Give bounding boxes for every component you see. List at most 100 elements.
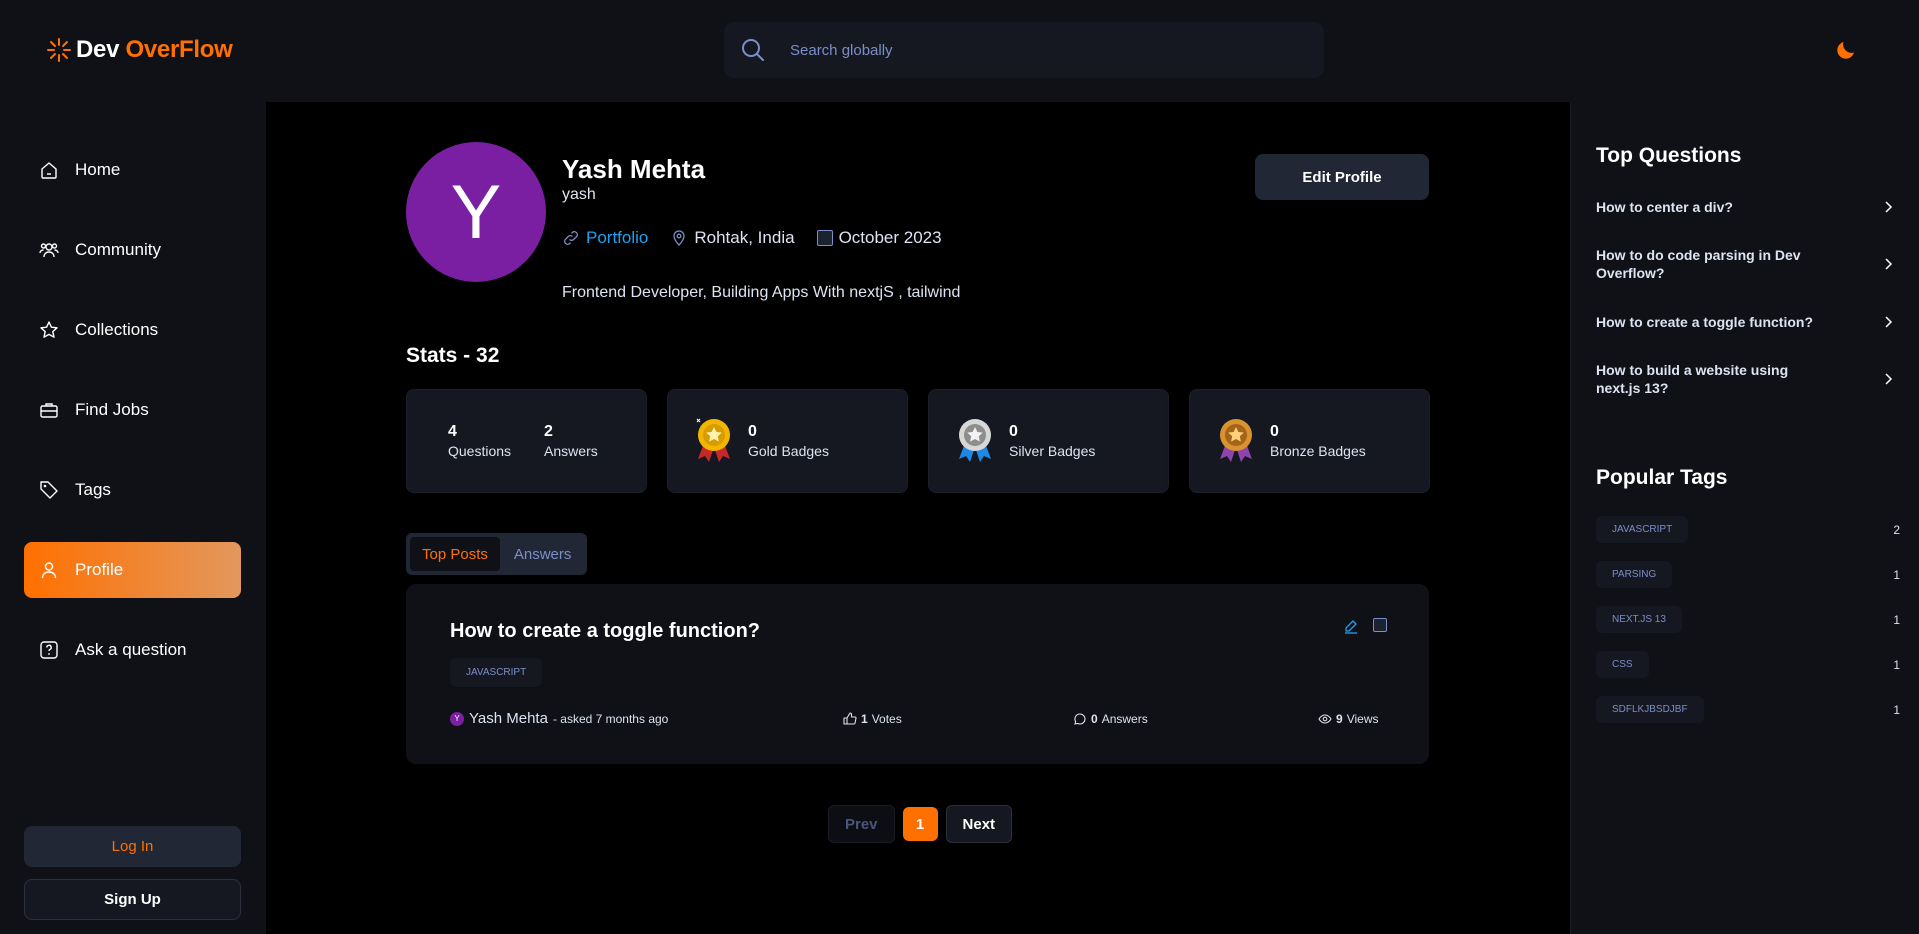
star-icon (40, 321, 58, 338)
tag-count: 1 (1893, 612, 1900, 627)
joined-item: October 2023 (816, 228, 942, 248)
portfolio-item[interactable]: Portfolio (562, 228, 648, 248)
eye-icon (1318, 713, 1332, 724)
profile-avatar: Y (406, 142, 546, 282)
asked-time: - asked 7 months ago (552, 711, 669, 726)
answers-metric: 0 Answers (1073, 712, 1318, 726)
top-question-text: How to center a div? (1596, 199, 1733, 215)
tag-count: 1 (1893, 567, 1900, 582)
search-input[interactable] (790, 41, 1290, 59)
top-question-item[interactable]: How to create a toggle function? (1596, 313, 1896, 331)
profile-name: Yash Mehta (562, 154, 706, 184)
location-item: Rohtak, India (670, 228, 795, 248)
top-question-item[interactable]: How to do code parsing in Dev Overflow? (1596, 246, 1896, 282)
votes-count: 1 (861, 711, 868, 726)
top-question-text: How to build a website using next.js 13? (1596, 362, 1789, 396)
sidebar-item-find-jobs[interactable]: Find Jobs (24, 382, 241, 438)
author-name: Yash Mehta (469, 710, 548, 727)
sidebar-item-home[interactable]: Home (24, 142, 241, 198)
bronze-medal-icon (1220, 419, 1252, 462)
sidebar-item-label: Collections (75, 320, 159, 339)
stat-card-bronze: 0 Bronze Badges (1189, 389, 1430, 493)
top-navbar: Dev OverFlow (0, 0, 1919, 102)
stat-card-qa: 4 Questions 2 Answers (406, 389, 647, 493)
tag-icon (40, 481, 58, 499)
top-questions-title: Top Questions (1596, 144, 1742, 167)
tab-answers[interactable]: Answers (502, 537, 584, 571)
popular-tag-row[interactable]: NEXT.JS 13 1 (1596, 606, 1900, 633)
popular-tag-row[interactable]: SDFLKJBSDJBF 1 (1596, 696, 1900, 723)
right-sidebar: Top Questions How to center a div? How t… (1570, 102, 1919, 934)
profile-username: yash (562, 186, 596, 203)
question-meta: Y Yash Mehta - asked 7 months ago 1 Vote… (450, 710, 1386, 727)
chevron-right-icon (1885, 258, 1893, 270)
logo-dev: Dev (76, 36, 120, 63)
profile-bio: Frontend Developer, Building Apps With n… (562, 284, 961, 301)
popular-tag[interactable]: JAVASCRIPT (1596, 516, 1689, 543)
stat-card-silver: 0 Silver Badges (928, 389, 1169, 493)
questions-count: 4 (448, 423, 457, 440)
sidebar-item-collections[interactable]: Collections (24, 302, 241, 358)
current-page[interactable]: 1 (902, 807, 938, 841)
popular-tag[interactable]: NEXT.JS 13 (1596, 606, 1682, 633)
popular-tags-title: Popular Tags (1596, 466, 1728, 489)
top-question-item[interactable]: How to center a div? (1596, 198, 1896, 216)
logo-sunburst-icon (47, 38, 71, 62)
popular-tag[interactable]: CSS (1596, 651, 1649, 678)
home-icon (41, 162, 57, 179)
left-sidebar: Home Community Collections Find Jobs Tag… (0, 102, 266, 934)
answers-count-post: 0 (1091, 711, 1098, 726)
popular-tag-row[interactable]: JAVASCRIPT 2 (1596, 516, 1900, 543)
sidebar-item-community[interactable]: Community (24, 222, 241, 278)
login-button[interactable]: Log In (24, 826, 241, 867)
question-card[interactable]: How to create a toggle function? JAVASCR… (406, 584, 1429, 764)
silver-badges-count: 0 (1009, 423, 1018, 440)
portfolio-link[interactable]: Portfolio (586, 228, 648, 248)
question-title[interactable]: How to create a toggle function? (450, 620, 760, 643)
sidebar-item-ask-question[interactable]: Ask a question (24, 622, 241, 678)
prev-page-button[interactable]: Prev (828, 805, 895, 843)
question-tag[interactable]: JAVASCRIPT (450, 658, 543, 687)
sidebar-item-label: Profile (75, 560, 124, 579)
location-pin-icon (673, 230, 686, 246)
link-icon (564, 231, 578, 245)
views-count: 9 (1336, 711, 1343, 726)
sidebar-item-profile[interactable]: Profile (24, 542, 241, 598)
delete-icon[interactable] (1373, 618, 1387, 632)
profile-meta: Portfolio Rohtak, India October 2023 (562, 228, 942, 248)
global-search[interactable] (724, 22, 1324, 78)
bronze-badges-stat: 0 Bronze Badges (1270, 423, 1366, 459)
popular-tag-row[interactable]: PARSING 1 (1596, 561, 1900, 588)
logo[interactable]: Dev OverFlow (46, 36, 233, 64)
question-author[interactable]: Y Yash Mehta - asked 7 months ago (450, 710, 843, 727)
logo-overflow: OverFlow (125, 36, 233, 63)
top-question-text: How to do code parsing in Dev Overflow? (1596, 247, 1801, 281)
chevron-right-icon (1885, 316, 1893, 328)
signup-button[interactable]: Sign Up (24, 879, 241, 920)
next-page-button[interactable]: Next (945, 805, 1013, 843)
edit-icon[interactable] (1343, 618, 1359, 634)
gold-badges-stat: 0 Gold Badges (748, 423, 829, 459)
chevron-right-icon (1885, 373, 1893, 385)
top-question-item[interactable]: How to build a website using next.js 13? (1596, 361, 1896, 397)
tag-count: 1 (1893, 702, 1900, 717)
sidebar-item-tags[interactable]: Tags (24, 462, 241, 518)
user-icon (41, 562, 57, 579)
popular-tag-row[interactable]: CSS 1 (1596, 651, 1900, 678)
silver-medal-icon (959, 419, 991, 462)
answers-label: Answers (544, 443, 598, 459)
questions-label: Questions (448, 443, 512, 459)
votes-label: Votes (871, 711, 902, 726)
thumbs-up-icon (843, 711, 857, 725)
views-label: Views (1346, 711, 1379, 726)
moon-icon[interactable] (1834, 38, 1858, 62)
popular-tag[interactable]: SDFLKJBSDJBF (1596, 696, 1704, 723)
tab-top-posts[interactable]: Top Posts (410, 537, 500, 571)
edit-profile-button[interactable]: Edit Profile (1255, 154, 1429, 200)
pagination: Prev 1 Next (828, 805, 1013, 843)
stat-card-gold: 0 Gold Badges (667, 389, 908, 493)
popular-tag[interactable]: PARSING (1596, 561, 1673, 588)
bronze-badges-label: Bronze Badges (1270, 443, 1366, 459)
calendar-icon (816, 230, 833, 246)
tag-count: 2 (1893, 522, 1900, 537)
